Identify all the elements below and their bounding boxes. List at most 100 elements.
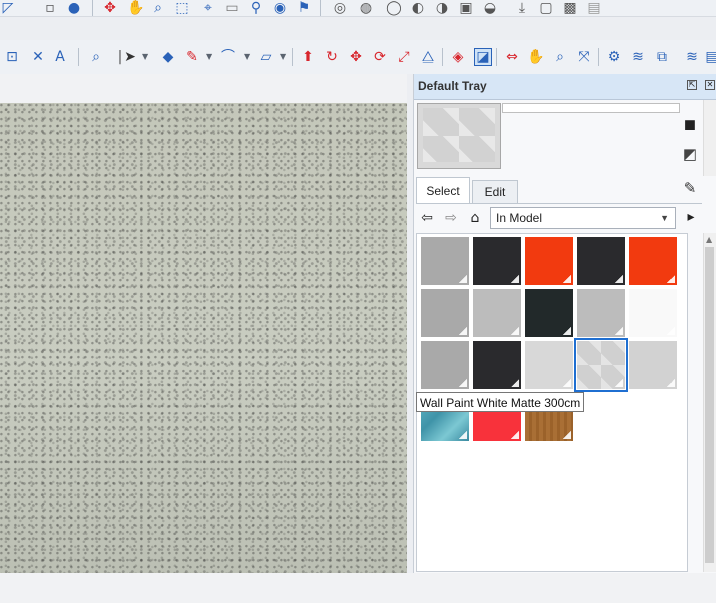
monochrome-icon[interactable]: ◒ xyxy=(482,0,498,16)
zoom-icon[interactable]: ⌕ xyxy=(150,0,166,16)
model-viewport[interactable] xyxy=(0,103,407,573)
toolbar-separator xyxy=(496,48,497,66)
back-edges-icon[interactable]: ◍ xyxy=(358,0,374,16)
toolbar-separator xyxy=(78,48,79,66)
material-swatch[interactable] xyxy=(629,341,677,389)
wireframe-icon[interactable]: ◯ xyxy=(386,0,402,16)
tag-icon[interactable]: ◈ xyxy=(450,49,466,65)
material-preview xyxy=(417,103,501,169)
zoom-window-icon[interactable]: ⬚ xyxy=(174,0,190,16)
home-icon[interactable]: ⌂ xyxy=(466,209,484,227)
component-icon[interactable]: ⚙ xyxy=(606,49,622,65)
details-icon[interactable]: ▸ xyxy=(682,208,700,226)
dimension-icon[interactable]: ⊡ xyxy=(4,49,20,65)
chevron-down-icon[interactable]: ▼ xyxy=(280,49,288,65)
collection-select-value: In Model xyxy=(496,211,543,225)
rectangle-icon[interactable]: ▱ xyxy=(258,49,274,65)
material-swatch[interactable] xyxy=(421,341,469,389)
walk-icon[interactable]: ⚑ xyxy=(296,0,312,16)
material-swatch[interactable] xyxy=(421,237,469,285)
move-icon[interactable]: ✥ xyxy=(102,0,118,16)
forward-icon[interactable]: ⇨ xyxy=(442,209,460,227)
material-swatch[interactable] xyxy=(629,289,677,337)
swatch-corner-icon xyxy=(563,379,571,387)
material-swatch[interactable] xyxy=(473,341,521,389)
move-tool-icon[interactable]: ✥ xyxy=(348,49,364,65)
textures-icon[interactable]: ▣ xyxy=(458,0,474,16)
tab-panel-border xyxy=(416,203,702,204)
toolbar-separator xyxy=(320,0,321,16)
material-grid-scrollbar[interactable]: ▲ xyxy=(703,233,716,572)
material-swatch[interactable] xyxy=(525,289,573,337)
push-pull-icon[interactable]: ⬆ xyxy=(300,49,316,65)
page-icon[interactable]: ▫ xyxy=(42,0,58,16)
zoom-extents-tool-icon[interactable]: ⤧ xyxy=(576,49,592,65)
xray-icon[interactable]: ◎ xyxy=(332,0,348,16)
toggle-secondary-icon[interactable]: ◩ xyxy=(680,144,700,164)
scrollbar-thumb[interactable] xyxy=(705,247,714,563)
material-swatch[interactable] xyxy=(574,338,628,392)
outliner-icon[interactable]: ≋ xyxy=(684,49,700,65)
scale-icon[interactable]: ⤢ xyxy=(396,49,412,65)
look-around-icon[interactable]: ◉ xyxy=(272,0,288,16)
scenes-icon[interactable]: ▤ xyxy=(704,49,716,65)
flip-icon[interactable]: ⧋ xyxy=(420,49,436,65)
tab-select[interactable]: Select xyxy=(416,177,470,203)
toolbar-separator xyxy=(92,0,93,16)
material-name-field[interactable] xyxy=(502,103,680,113)
pencil-icon[interactable]: ✎ xyxy=(184,49,200,65)
material-swatch[interactable] xyxy=(473,237,521,285)
extension-icon[interactable]: ▩ xyxy=(562,0,578,16)
swatch-corner-icon xyxy=(615,327,623,335)
preview-scrollbar[interactable] xyxy=(703,100,716,176)
axes-icon[interactable]: ✕ xyxy=(30,49,46,65)
select-arrow-icon[interactable]: ➤ xyxy=(122,49,138,65)
zoom-extents-icon[interactable]: ⌖ xyxy=(200,0,216,16)
material-preview-swatch xyxy=(423,108,495,162)
collection-select[interactable]: In Model ▼ xyxy=(490,207,676,229)
material-swatch[interactable] xyxy=(577,289,625,337)
pan-icon[interactable]: ✋ xyxy=(527,49,544,65)
material-swatch[interactable] xyxy=(421,289,469,337)
window-icon[interactable]: ▢ xyxy=(538,0,554,16)
chevron-down-icon[interactable]: ▼ xyxy=(244,49,252,65)
status-bar xyxy=(0,573,716,603)
search-icon[interactable]: ⌕ xyxy=(88,49,104,65)
download-icon[interactable]: ⤓ xyxy=(514,0,530,16)
follow-me-icon[interactable]: ↻ xyxy=(324,49,340,65)
arc-icon[interactable]: ⌒ xyxy=(220,49,236,65)
material-swatch[interactable] xyxy=(525,341,573,389)
previous-view-icon[interactable]: ▭ xyxy=(224,0,240,16)
sample-paint-icon[interactable]: ✎ xyxy=(680,178,700,198)
styles-icon[interactable]: ≋ xyxy=(630,49,646,65)
zoom-tool-icon[interactable]: ⌕ xyxy=(552,49,568,65)
text-icon[interactable]: A xyxy=(52,49,68,65)
toolbar-top-strip: ◸ ▫ ● ✥ ✋ ⌕ ⬚ ⌖ ▭ ⚲ ◉ ⚑ ◎ ◍ ◯ ◐ ◑ ▣ ◒ ⤓ … xyxy=(0,0,716,17)
hidden-line-icon[interactable]: ◐ xyxy=(410,0,426,16)
shaded-icon[interactable]: ◑ xyxy=(434,0,450,16)
position-camera-icon[interactable]: ⚲ xyxy=(248,0,264,16)
swatch-corner-icon xyxy=(511,327,519,335)
scroll-up-arrow-icon[interactable]: ▲ xyxy=(706,235,712,244)
back-icon[interactable]: ⇦ xyxy=(418,209,436,227)
orbit-icon[interactable]: ◸ xyxy=(0,0,16,16)
material-swatch[interactable] xyxy=(473,289,521,337)
rotate-icon[interactable]: ⟳ xyxy=(372,49,388,65)
tab-edit[interactable]: Edit xyxy=(472,180,518,203)
paint-bucket-icon[interactable]: ◪ xyxy=(474,48,492,66)
material-swatch[interactable] xyxy=(577,237,625,285)
layout-icon[interactable]: ▤ xyxy=(586,0,602,16)
material-swatch[interactable] xyxy=(629,237,677,285)
create-material-icon[interactable]: ◼ xyxy=(680,114,700,134)
hand-icon[interactable]: ✋ xyxy=(127,0,144,16)
eraser-icon[interactable]: ◆ xyxy=(160,49,176,65)
user-icon[interactable]: ● xyxy=(66,0,82,16)
close-icon[interactable]: ✕ xyxy=(705,80,715,90)
pin-icon[interactable]: ⇱ xyxy=(687,80,697,90)
chevron-down-icon: ▼ xyxy=(660,213,669,223)
layers-icon[interactable]: ⧉ xyxy=(654,49,670,65)
chevron-down-icon[interactable]: ▼ xyxy=(142,49,150,65)
material-swatch[interactable] xyxy=(525,237,573,285)
chevron-down-icon[interactable]: ▼ xyxy=(206,49,214,65)
section-plane-icon[interactable]: ⇔ xyxy=(504,49,520,65)
